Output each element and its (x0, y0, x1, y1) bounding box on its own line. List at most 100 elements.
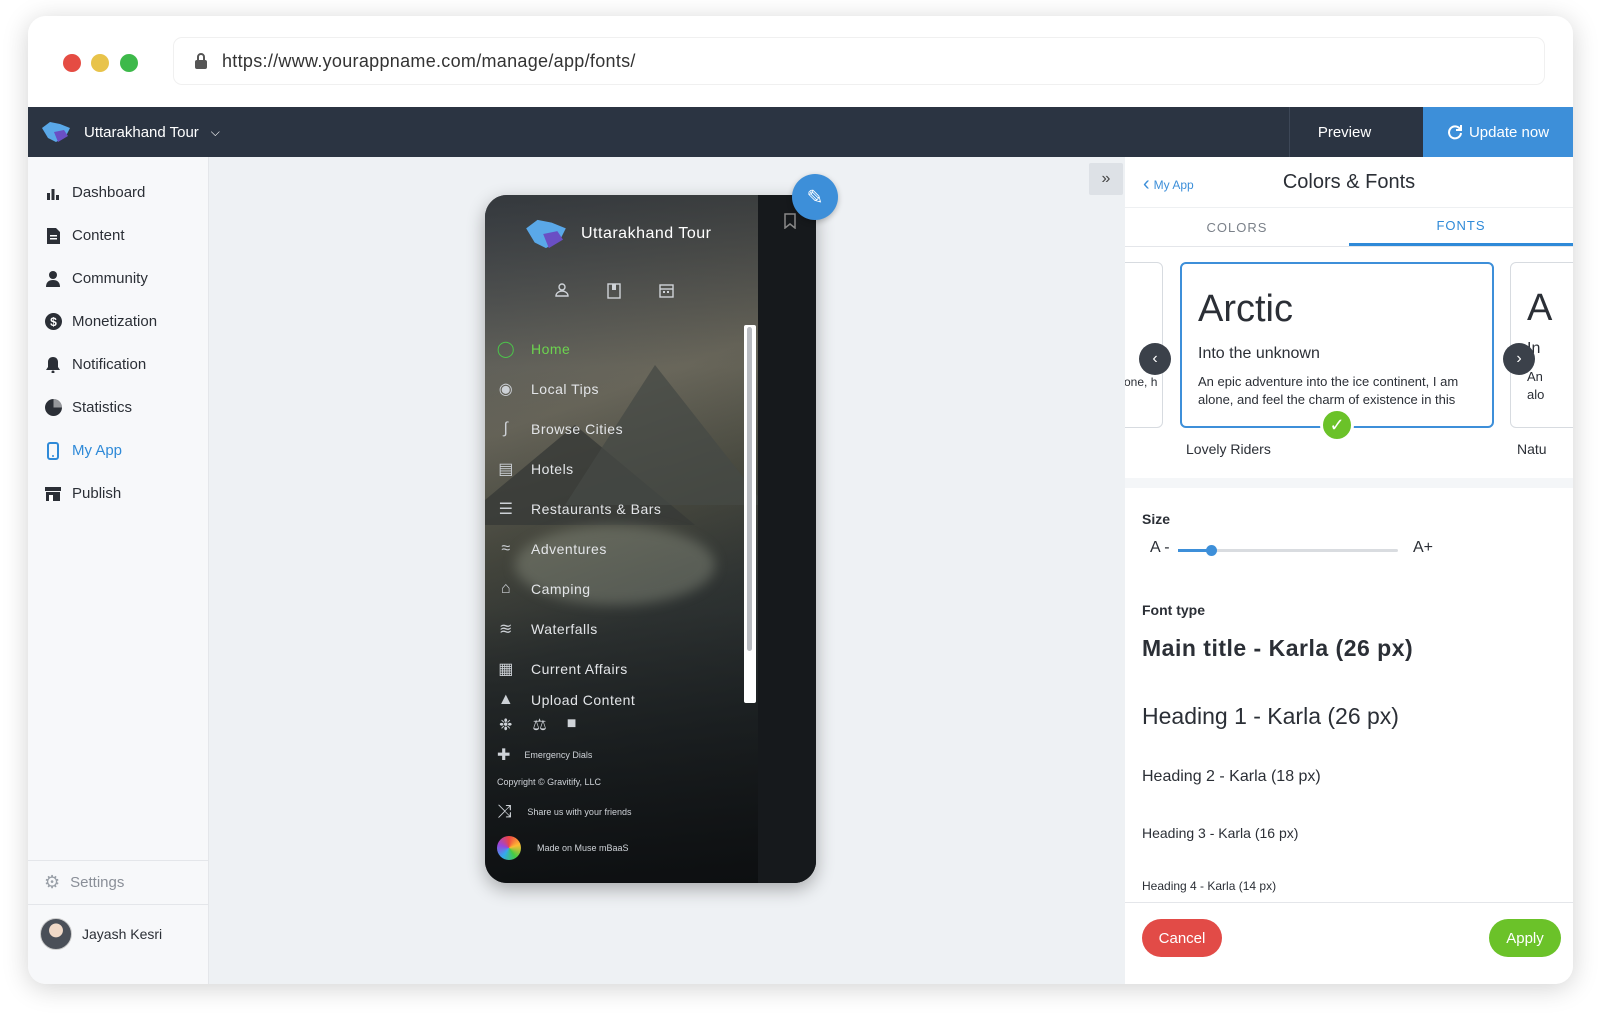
cancel-button[interactable]: Cancel (1142, 919, 1222, 957)
footer-icons: ❉ ⚖ ■ (499, 715, 747, 735)
slider-track[interactable] (1178, 545, 1398, 556)
panel-footer: Cancel Apply (1125, 902, 1573, 984)
menu-item-home[interactable]: ◯ Home (495, 329, 745, 369)
font-size-slider[interactable]: A - A+ (1142, 535, 1442, 565)
back-link[interactable]: ‹ My App (1143, 173, 1194, 196)
scales-icon[interactable]: ⚖ (532, 715, 546, 735)
carousel-prev-button[interactable]: ‹ (1139, 343, 1171, 375)
settings-link[interactable]: ⚙ Settings (28, 860, 209, 904)
sidebar-item-label: Monetization (72, 313, 158, 330)
sidebar-item-publish[interactable]: Publish (28, 472, 208, 515)
sidebar-item-community[interactable]: Community (28, 257, 208, 300)
avatar (40, 917, 72, 950)
carousel-next-button[interactable]: › (1503, 343, 1535, 375)
font-type-heading-2[interactable]: Heading 2 - Karla (18 px) (1142, 768, 1321, 786)
menu-item-restaurants[interactable]: ☰ Restaurants & Bars (495, 489, 745, 529)
font-type-heading-4[interactable]: Heading 4 - Karla (14 px) (1142, 879, 1276, 893)
phone-menu-scrollbar[interactable] (744, 325, 756, 703)
maximize-window-dot[interactable] (120, 54, 138, 72)
sidebar-item-my-app[interactable]: My App (28, 429, 208, 472)
panel-header: Colors & Fonts ‹ My App (1125, 157, 1573, 207)
size-min-label: A - (1150, 539, 1170, 556)
person-icon (44, 270, 62, 288)
user-name: Jayash Kesri (82, 925, 163, 942)
emergency-label: Emergency Dials (524, 750, 593, 760)
menu-item-browse-cities[interactable]: ∫ Browse Cities (495, 409, 745, 449)
apply-button[interactable]: Apply (1489, 919, 1561, 957)
user-profile[interactable]: Jayash Kesri (28, 904, 209, 962)
menu-item-local-tips[interactable]: ◉ Local Tips (495, 369, 745, 409)
close-window-dot[interactable] (63, 54, 81, 72)
menu-item-label: Home (531, 341, 571, 357)
emergency-row[interactable]: ✚ Emergency Dials (497, 745, 747, 765)
store-icon (44, 485, 62, 503)
font-type-main-title[interactable]: Main title - Karla (26 px) (1142, 635, 1413, 662)
font-card-selected[interactable]: Arctic Into the unknown An epic adventur… (1180, 262, 1494, 428)
swim-icon: ≈ (501, 540, 511, 557)
colors-fonts-panel: Colors & Fonts ‹ My App COLORS FONTS one… (1125, 157, 1573, 984)
chevron-right-icon: › (1516, 350, 1522, 367)
address-bar[interactable]: https://www.yourappname.com/manage/app/f… (174, 38, 1544, 84)
share-row[interactable]: ⤨ Share us with your friends (497, 801, 747, 822)
calendar-icon[interactable] (659, 283, 674, 298)
book-icon[interactable] (607, 283, 621, 299)
lock-icon[interactable]: ■ (567, 715, 577, 735)
edit-pencil-button[interactable]: ✎ (792, 174, 838, 220)
sidebar-item-monetization[interactable]: $ Monetization (28, 300, 208, 343)
sidebar-item-statistics[interactable]: Statistics (28, 386, 208, 429)
share-label: Share us with your friends (527, 806, 632, 817)
collapse-panel-button[interactable]: » (1089, 163, 1123, 195)
font-card-subtitle: Into the unknown (1198, 345, 1320, 362)
font-type-heading-3[interactable]: Heading 3 - Karla (16 px) (1142, 825, 1298, 841)
tab-colors[interactable]: COLORS (1125, 208, 1349, 246)
menu-item-label: Local Tips (531, 381, 600, 397)
minimize-window-dot[interactable] (91, 54, 109, 72)
phone-app-title: Uttarakhand Tour (581, 225, 712, 242)
menu-item-label: Waterfalls (531, 621, 598, 637)
sidebar-item-label: My App (72, 442, 123, 459)
top-nav: Uttarakhand Tour ⌵ Preview Update now (28, 107, 1573, 157)
phone-footer: ❉ ⚖ ■ ✚ Emergency Dials Copyright © Grav… (497, 715, 747, 860)
menu-item-hotels[interactable]: ▤ Hotels (495, 449, 745, 489)
update-now-button[interactable]: Update now (1423, 107, 1573, 157)
pie-chart-icon (44, 399, 62, 417)
menu-item-upload-content[interactable]: ▲ Upload Content (495, 689, 745, 711)
made-on-row[interactable]: Made on Muse mBaaS (497, 836, 747, 860)
sidebar-item-label: Notification (72, 356, 147, 373)
update-now-label: Update now (1468, 123, 1550, 141)
menu-item-label: Browse Cities (531, 421, 624, 437)
sidebar: Dashboard Content Community $ Monetizati… (28, 157, 209, 984)
menu-item-camping[interactable]: ⌂ Camping (495, 569, 745, 609)
sidebar-item-notification[interactable]: Notification (28, 343, 208, 386)
sidebar-item-dashboard[interactable]: Dashboard (28, 171, 208, 214)
share-icon: ⤨ (497, 801, 512, 821)
menu-item-waterfalls[interactable]: ≋ Waterfalls (495, 609, 745, 649)
chevron-left-icon: ‹ (1152, 350, 1158, 367)
font-type-heading-1[interactable]: Heading 1 - Karla (26 px) (1142, 703, 1399, 730)
waves-icon: ≋ (499, 621, 513, 638)
font-card-title: Arctic (1198, 288, 1293, 330)
preview-button[interactable]: Preview (1289, 107, 1399, 157)
menu-item-label: Current Affairs (531, 661, 628, 677)
svg-text:$: $ (50, 315, 57, 329)
circle-icon: ◯ (496, 341, 516, 358)
tab-fonts[interactable]: FONTS (1349, 208, 1573, 246)
phone-preview: Uttarakhand Tour ◯ Home ◉ Local Tips ∫ Brow… (485, 195, 816, 883)
app-logo-icon (526, 219, 566, 249)
font-carousel: one, h Arctic Into the unknown An epic a… (1125, 248, 1573, 478)
menu-item-adventures[interactable]: ≈ Adventures (495, 529, 745, 569)
bar-chart-icon (44, 184, 62, 202)
menu-item-current-affairs[interactable]: ▦ Current Affairs (495, 649, 745, 689)
app-switcher[interactable]: Uttarakhand Tour ⌵ (40, 120, 220, 144)
app-name: Uttarakhand Tour (84, 123, 199, 141)
sidebar-item-content[interactable]: Content (28, 214, 208, 257)
table-icon: ▦ (498, 661, 514, 678)
next-card-title: A (1527, 287, 1553, 329)
profile-icon[interactable] (555, 283, 569, 297)
browser-chrome: https://www.yourappname.com/manage/app/f… (28, 16, 1573, 107)
slider-handle[interactable] (1206, 545, 1217, 556)
gear-icon[interactable]: ❉ (499, 715, 512, 735)
menu-item-label: Restaurants & Bars (531, 501, 662, 517)
scrollbar-thumb[interactable] (747, 327, 752, 651)
url-text: https://www.yourappname.com/manage/app/f… (222, 50, 636, 71)
